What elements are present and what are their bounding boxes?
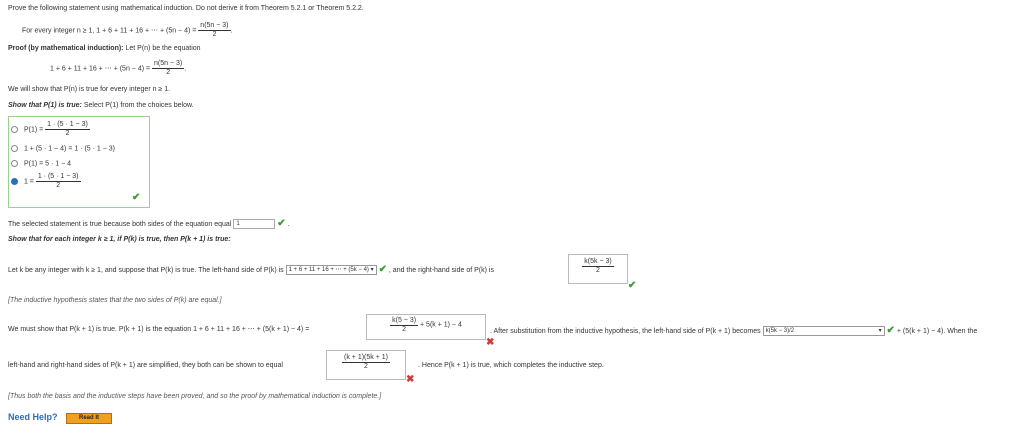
rhs-answer-box[interactable]: k(5k − 3) 2 [568,254,628,284]
selected-statement: The selected statement is true because b… [8,218,290,230]
inductive-heading: Show that for each integer k ≥ 1, if P(k… [8,236,231,243]
choice-1[interactable]: P(1) = 1 · (5 · 1 − 3) 2 [11,121,90,138]
choice-3[interactable]: P(1) = 5 · 1 − 4 [11,160,71,167]
rhs-check-icon: ✔ [628,280,637,291]
statement-prefix: For every integer n ≥ 1, 1 + 6 + 11 + 16… [22,27,197,35]
need-help-label: Need Help? [8,412,58,422]
pk1-cross-icon: ✖ [486,337,495,348]
radio-choice-1[interactable] [11,126,18,133]
proof-equation: 1 + 6 + 11 + 16 + ⋯ + (5n − 4) = n(5n − … [50,60,187,76]
after-sub-check-icon: ✔ [886,325,895,336]
hence-line: . Hence P(k + 1) is true, which complete… [418,362,604,369]
after-sub-line: . After substitution from the inductive … [490,325,978,337]
basis-choices: P(1) = 1 · (5 · 1 − 3) 2 1 + (5 · 1 − 4)… [8,116,150,208]
basis-check-icon: ✔ [132,192,141,203]
equal-answer-box[interactable]: (k + 1)(5k + 1) 2 [326,350,406,380]
proof-show-line: We will show that P(n) is true for every… [8,86,171,93]
choice-2[interactable]: 1 + (5 · 1 − 4) = 1 · (5 · 1 − 3) [11,145,115,152]
hypothesis-note: [The inductive hypothesis states that th… [8,297,222,304]
lhs-select[interactable]: 1 + 6 + 11 + 16 + ⋯ + (5k − 4) ▾ [285,265,377,276]
after-sub-select[interactable]: k(5k − 3)/2 ▾ [762,326,885,337]
choice-4[interactable]: 1 = 1 · (5 · 1 − 3) 2 [11,173,81,190]
must-show-line: We must show that P(k + 1) is true. P(k … [8,326,310,333]
pk1-answer-box[interactable]: k(5 − 3) 2 + 5(k + 1) − 4 [366,314,486,340]
radio-choice-3[interactable] [11,160,18,167]
proof-heading: Proof (by mathematical induction): Let P… [8,45,201,52]
sides-line: left-hand and right-hand sides of P(k + … [8,362,283,369]
conclusion: [Thus both the basis and the inductive s… [8,393,382,400]
equal-value-check-icon: ✔ [277,218,286,229]
lhs-check-icon: ✔ [378,264,387,275]
basis-heading: Show that P(1) is true: Select P(1) from… [8,102,194,109]
suppose-line: Let k be any integer with k ≥ 1, and sup… [8,264,494,276]
read-it-button[interactable]: Read It [66,413,112,424]
problem-instruction: Prove the following statement using math… [8,5,364,12]
equal-value-input[interactable]: 1 [233,219,276,230]
radio-choice-4[interactable] [11,178,18,185]
radio-choice-2[interactable] [11,145,18,152]
chevron-down-icon: ▾ [878,328,882,335]
problem-statement: For every integer n ≥ 1, 1 + 6 + 11 + 16… [22,22,233,38]
statement-fraction: n(5n − 3) 2 [198,22,231,38]
equal-cross-icon: ✖ [406,374,415,385]
